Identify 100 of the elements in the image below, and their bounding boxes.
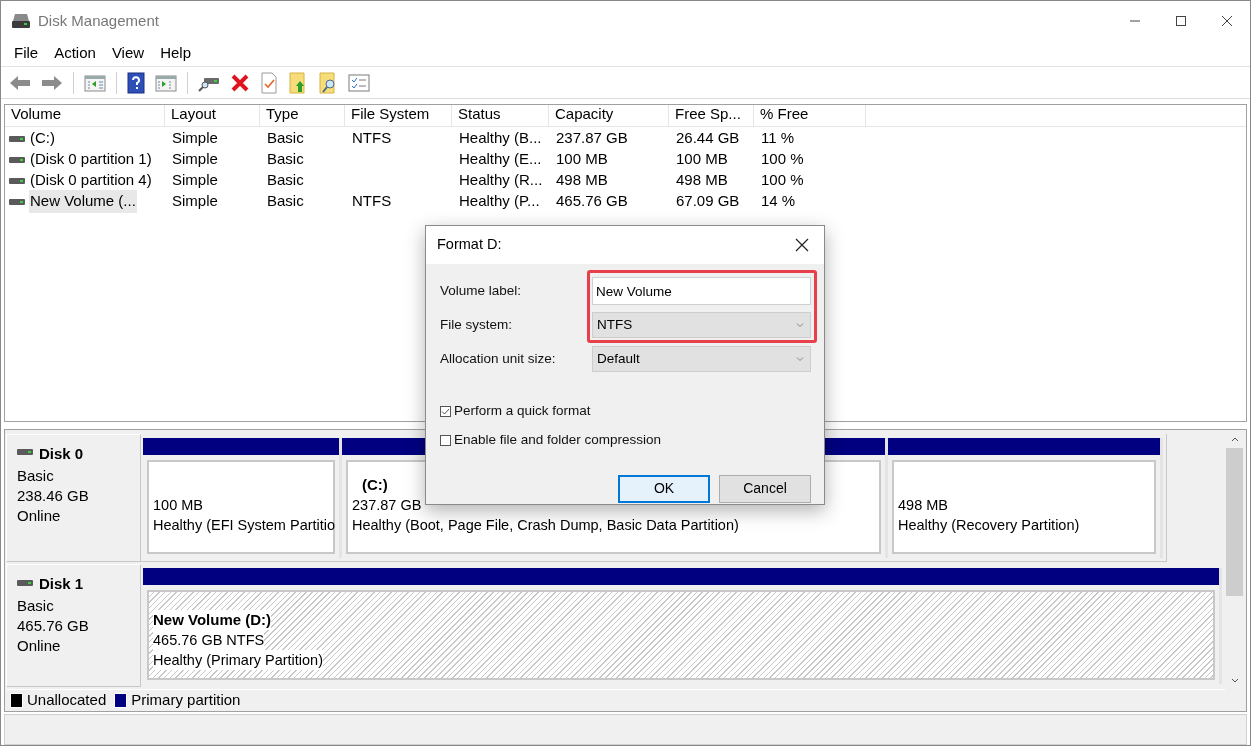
drive-name[interactable]: New Volume (... <box>29 190 137 213</box>
table-cell-text: 100 % <box>761 170 804 191</box>
pane-icon[interactable] <box>155 73 177 92</box>
table-cell-text: 498 MB <box>676 170 728 191</box>
document-check-icon[interactable] <box>260 71 278 94</box>
drive-name[interactable]: (C:) <box>29 127 56 150</box>
partition-block[interactable]: 498 MB Healthy (Recovery Partition) <box>888 438 1163 559</box>
column-header[interactable]: File System <box>345 105 452 126</box>
menu-item[interactable]: File <box>6 42 47 65</box>
maximize-icon <box>1175 15 1187 27</box>
partition-size: 498 MB <box>898 496 948 516</box>
disk-size: 238.46 GB <box>17 485 89 506</box>
drive-icon <box>17 578 33 587</box>
table-cell-text: Basic <box>267 128 304 149</box>
menu-item[interactable]: Action <box>46 42 104 65</box>
checkbox-label[interactable]: Enable file and folder compression <box>454 430 662 451</box>
delete-icon[interactable] <box>230 72 250 93</box>
table-cell-text: 100 MB <box>556 149 608 170</box>
drive-name[interactable]: (Disk 0 partition 1) <box>29 148 153 171</box>
column-header[interactable]: Capacity <box>549 105 669 126</box>
table-cell-text: Basic <box>267 191 304 212</box>
partition-name: New Volume (D:) <box>153 610 272 631</box>
column-header[interactable]: Free Sp... <box>669 105 754 126</box>
field-label: File system: <box>440 315 513 334</box>
dialog-button[interactable]: OK <box>618 474 710 503</box>
table-cell-text: 100 MB <box>676 149 728 170</box>
table-cell-text: 67.09 GB <box>676 191 740 212</box>
input-field[interactable]: New Volume <box>592 277 811 305</box>
checkbox[interactable] <box>440 405 451 417</box>
table-cell-text: Simple <box>172 170 218 191</box>
menu-item[interactable]: Help <box>152 42 199 65</box>
partition-status: Healthy (Recovery Partition) <box>898 516 1080 536</box>
field-label: Volume label: <box>440 281 523 300</box>
partition-name: (C:) <box>361 475 388 496</box>
disk-type: Basic <box>17 595 54 616</box>
window-title: Disk Management <box>38 10 159 31</box>
partition-status: Healthy (Boot, Page File, Crash Dump, Basic Data Partition) <box>352 516 739 536</box>
back-arrow-icon[interactable] <box>9 73 31 92</box>
table-cell-text: Basic <box>267 149 304 170</box>
table-cell-text: Simple <box>172 149 218 170</box>
table-cell-text: Healthy (B... <box>459 128 542 149</box>
table-cell-text: Basic <box>267 170 304 191</box>
folder-search-icon[interactable] <box>318 71 338 94</box>
table-cell-text: 498 MB <box>556 170 608 191</box>
menu-item[interactable]: View <box>103 42 153 65</box>
close-icon <box>1221 15 1233 27</box>
table-cell-text: 14 % <box>761 191 796 212</box>
drive-name[interactable]: (Disk 0 partition 4) <box>29 169 153 192</box>
table-cell-text: Healthy (R... <box>459 170 543 191</box>
drive-icon <box>17 448 33 457</box>
checkbox-label[interactable]: Perform a quick format <box>454 401 591 422</box>
table-cell-text: Healthy (E... <box>459 149 542 170</box>
column-header[interactable]: % Free <box>754 105 866 126</box>
partition-size: 237.87 GB <box>352 496 422 516</box>
drive-icon <box>9 155 25 164</box>
pane-icon[interactable] <box>84 73 106 92</box>
column-header[interactable]: Type <box>260 105 345 126</box>
table-cell-text: 11 % <box>761 128 795 149</box>
partition-status: Healthy (Primary Partition) <box>153 650 323 671</box>
column-header[interactable]: Volume <box>5 105 165 126</box>
caret-icon <box>796 322 804 328</box>
table-cell-text: NTFS <box>352 191 392 212</box>
partition-size: 100 MB <box>153 496 203 516</box>
dialog-button[interactable]: Cancel <box>719 474 811 503</box>
drive-icon <box>9 176 25 185</box>
checklist-icon[interactable] <box>348 73 370 92</box>
table-cell-text: Simple <box>172 128 218 149</box>
partition-status: Healthy (EFI System Partitio <box>153 516 336 536</box>
table-cell-text: 26.44 GB <box>676 128 740 149</box>
table-cell-text: Healthy (P... <box>459 191 540 212</box>
disk-name: Disk 0 <box>39 444 84 464</box>
table-cell-text: NTFS <box>352 128 392 149</box>
help-icon[interactable] <box>127 71 145 94</box>
close-icon <box>795 238 809 252</box>
table-cell-text: Simple <box>172 191 218 212</box>
drive-icon <box>9 197 25 206</box>
table-cell-text: 100 % <box>761 149 804 170</box>
column-header[interactable]: Status <box>452 105 549 126</box>
disk-status: Online <box>17 505 61 526</box>
partition-block[interactable]: 100 MB Healthy (EFI System Partitio <box>143 438 342 559</box>
disk-type: Basic <box>17 465 54 486</box>
table-cell-text: 237.87 GB <box>556 128 628 149</box>
caret-icon <box>796 356 804 362</box>
checkbox[interactable] <box>440 434 451 446</box>
legend-label: Primary partition <box>131 690 241 711</box>
app-icon <box>11 12 31 30</box>
partition-size: 465.76 GB NTFS <box>153 630 265 651</box>
dialog-title: Format D: <box>437 235 502 255</box>
legend-label: Unallocated <box>27 690 107 711</box>
dropdown[interactable]: Default <box>592 346 811 372</box>
drive-icon <box>9 134 25 143</box>
dropdown[interactable]: NTFS <box>592 312 811 338</box>
forward-arrow-icon[interactable] <box>41 73 63 92</box>
column-header[interactable]: Layout <box>165 105 260 126</box>
disk-name: Disk 1 <box>39 574 84 595</box>
disk-size: 465.76 GB <box>17 615 89 636</box>
partition-block[interactable]: New Volume (D:) 465.76 GB NTFS Healthy (Primary Partition) <box>143 568 1222 684</box>
disk-status: Online <box>17 635 61 656</box>
field-label: Allocation unit size: <box>440 349 557 368</box>
table-cell-text: 465.76 GB <box>556 191 628 212</box>
